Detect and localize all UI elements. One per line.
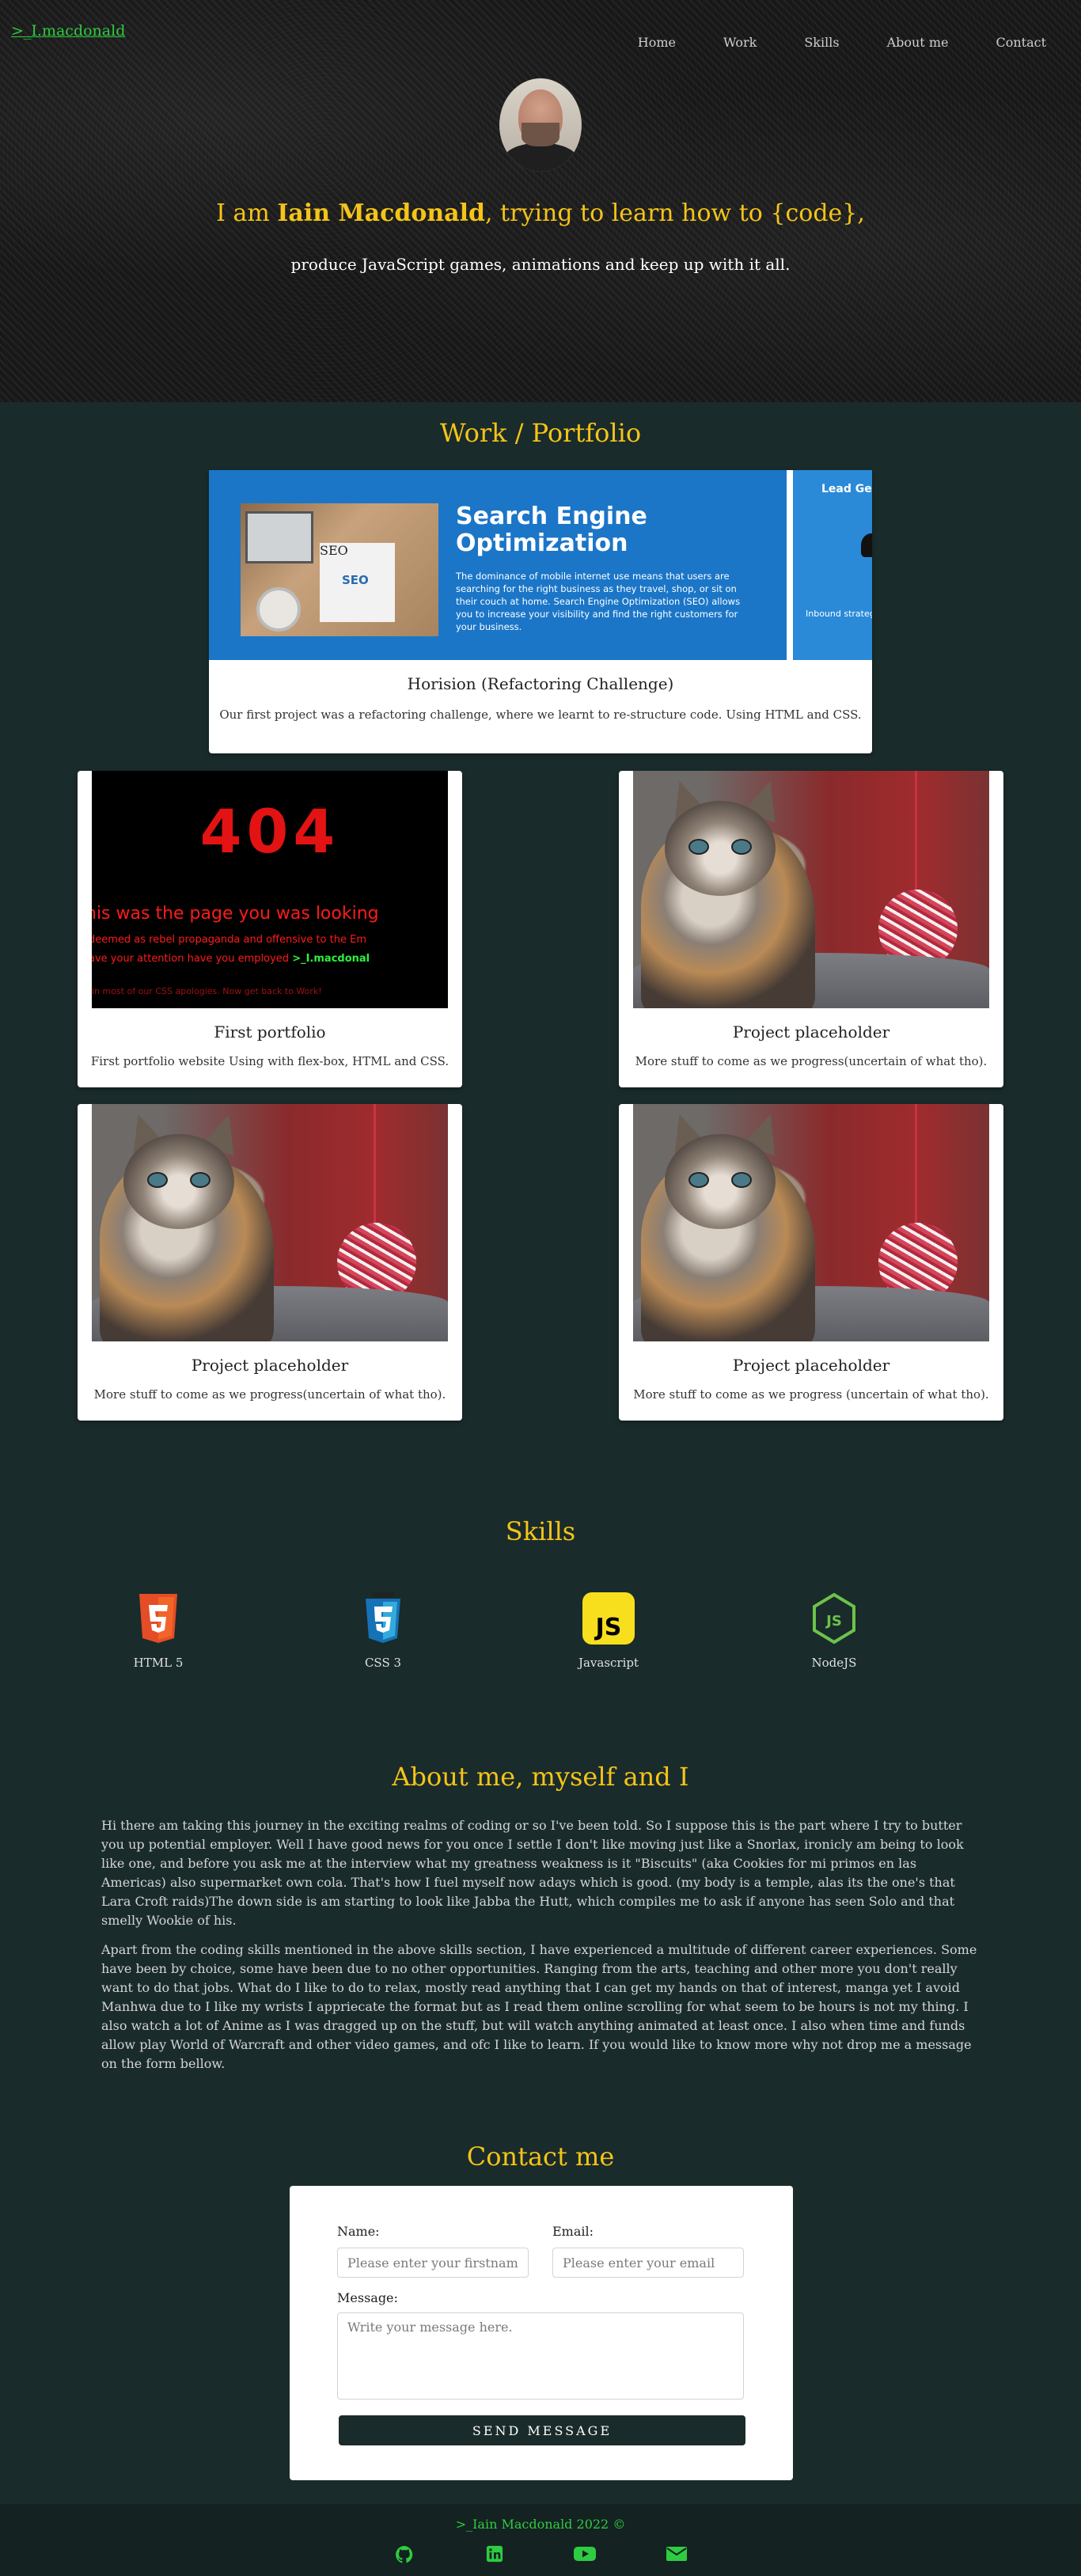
work-title: Work / Portfolio	[439, 418, 642, 448]
brand-logo[interactable]: >_I.macdonald	[11, 22, 125, 40]
nav-about[interactable]: About me	[887, 35, 949, 50]
skill-label: NodeJS	[811, 1656, 857, 1670]
nav-contact[interactable]: Contact	[996, 35, 1046, 50]
card-description: Our first project was a refactoring chal…	[219, 708, 862, 722]
seo-banner-image: SEO Search EngineOptimization The domina…	[209, 470, 872, 660]
kitten-image	[633, 1104, 989, 1341]
send-message-button[interactable]: SEND MESSAGE	[339, 2415, 745, 2445]
message-textarea[interactable]	[337, 2312, 744, 2400]
nav-home[interactable]: Home	[638, 35, 676, 50]
main-nav: Home Work Skills About me Contact	[638, 35, 1081, 50]
javascript-icon: JS	[582, 1592, 635, 1645]
email-input[interactable]	[552, 2248, 744, 2278]
card-description: First portfolio website Using with flex-…	[90, 1054, 449, 1068]
card-description: More stuff to come as we progress (uncer…	[633, 1387, 989, 1402]
youtube-icon[interactable]	[574, 2545, 596, 2563]
about-title: About me, myself and I	[392, 1762, 689, 1792]
about-paragraph: Apart from the coding skills mentioned i…	[101, 1942, 977, 2071]
nodejs-icon: JS	[813, 1592, 855, 1645]
project-card[interactable]: Project placeholder More stuff to come a…	[619, 1104, 1003, 1421]
card-title: Project placeholder	[732, 1022, 890, 1041]
featured-project-card[interactable]: SEO Search EngineOptimization The domina…	[209, 470, 872, 753]
hero-subtitle: produce JavaScript games, animations and…	[290, 255, 791, 274]
github-icon[interactable]	[395, 2545, 414, 2564]
skills-title: Skills	[505, 1516, 576, 1546]
contact-form: Name: Email: Message: SEND MESSAGE	[290, 2186, 793, 2480]
nav-skills[interactable]: Skills	[804, 35, 839, 50]
hero-header: >_I.macdonald Home Work Skills About me …	[0, 0, 1081, 402]
project-card[interactable]: Project placeholder More stuff to come a…	[78, 1104, 462, 1421]
skill-label: HTML 5	[133, 1656, 184, 1670]
avatar	[499, 78, 582, 172]
project-404-image: 404 his was the page you was looking dee…	[92, 771, 448, 1008]
card-title: First portfolio	[214, 1022, 326, 1041]
card-title: Project placeholder	[191, 1356, 349, 1375]
kitten-image	[633, 771, 989, 1008]
about-paragraph: Hi there am taking this journey in the e…	[101, 1818, 964, 1928]
footer-copyright: >_Iain Macdonald 2022 ©	[455, 2517, 626, 2532]
svg-text:JS: JS	[594, 1614, 622, 1641]
card-title: Horision (Refactoring Challenge)	[407, 674, 674, 693]
kitten-image	[92, 1104, 448, 1341]
linkedin-icon[interactable]	[486, 2545, 503, 2563]
skill-label: Javascript	[578, 1656, 639, 1670]
card-description: More stuff to come as we progress(uncert…	[635, 1054, 988, 1068]
html5-icon	[139, 1594, 177, 1643]
email-icon[interactable]	[666, 2545, 687, 2563]
card-title: Project placeholder	[732, 1356, 890, 1375]
hero-title: I am Iain Macdonald, trying to learn how…	[216, 199, 865, 227]
hero-name: Iain Macdonald	[277, 199, 485, 227]
name-input[interactable]	[337, 2248, 529, 2278]
project-card[interactable]: 404 his was the page you was looking dee…	[78, 771, 462, 1087]
card-description: More stuff to come as we progress(uncert…	[93, 1387, 446, 1402]
skill-label: CSS 3	[364, 1656, 402, 1670]
email-label: Email:	[552, 2224, 594, 2239]
project-card[interactable]: Project placeholder More stuff to come a…	[619, 771, 1003, 1087]
contact-title: Contact me	[466, 2142, 615, 2172]
svg-text:JS: JS	[825, 1613, 842, 1629]
footer: >_Iain Macdonald 2022 ©	[0, 2504, 1081, 2576]
nav-work[interactable]: Work	[723, 35, 757, 50]
css3-icon	[366, 1592, 400, 1643]
name-label: Name:	[337, 2224, 380, 2239]
message-label: Message:	[337, 2290, 398, 2305]
